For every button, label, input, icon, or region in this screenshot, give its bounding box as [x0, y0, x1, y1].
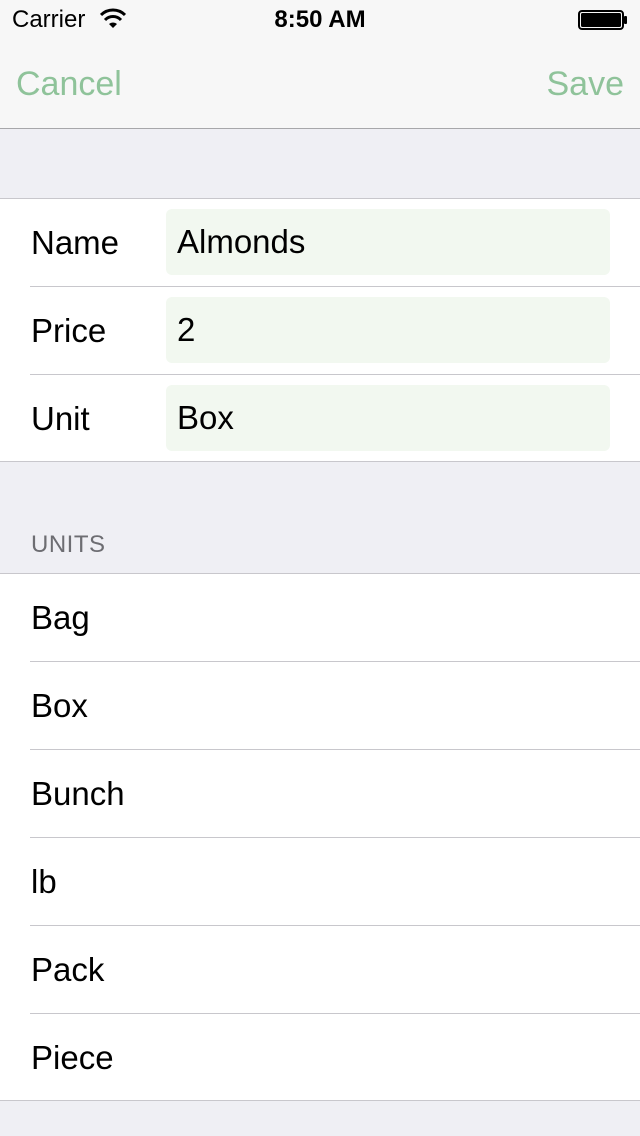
screen: Carrier 8:50 AM Cancel Save Name Almonds… — [0, 0, 640, 1136]
price-label: Price — [31, 312, 107, 349]
list-item-unit[interactable]: lb — [0, 838, 640, 926]
unit-option-label: Piece — [31, 1039, 114, 1076]
units-section-header: UNITS — [31, 531, 106, 558]
name-field[interactable]: Almonds — [166, 209, 610, 275]
form-row-unit: Unit Box — [0, 375, 640, 463]
name-label: Name — [31, 224, 120, 261]
units-list: Bag Box Bunch lb Pack Piece — [0, 573, 640, 1101]
unit-label: Unit — [31, 400, 90, 437]
unit-field[interactable]: Box — [166, 385, 610, 451]
list-item-unit[interactable]: Piece — [0, 1014, 640, 1102]
list-item-unit[interactable]: Pack — [0, 926, 640, 1014]
unit-option-label: Pack — [31, 951, 105, 988]
navigation-bar: Carrier 8:50 AM Cancel Save — [0, 0, 640, 129]
clock-label: 8:50 AM — [274, 6, 366, 33]
item-form: Name Almonds Price 2 Unit Box — [0, 198, 640, 462]
save-button[interactable]: Save — [547, 64, 625, 104]
unit-option-label: Bag — [31, 599, 90, 636]
list-item-unit[interactable]: Bunch — [0, 750, 640, 838]
unit-option-label: lb — [31, 863, 57, 900]
cancel-button[interactable]: Cancel — [16, 64, 122, 104]
form-row-name: Name Almonds — [0, 199, 640, 287]
list-item-unit[interactable]: Box — [0, 662, 640, 750]
status-bar: Carrier 8:50 AM — [0, 0, 640, 40]
form-row-price: Price 2 — [0, 287, 640, 375]
unit-option-label: Bunch — [31, 775, 125, 812]
battery-icon — [578, 10, 627, 30]
unit-option-label: Box — [31, 687, 88, 724]
list-item-unit[interactable]: Bag — [0, 574, 640, 662]
price-field[interactable]: 2 — [166, 297, 610, 363]
